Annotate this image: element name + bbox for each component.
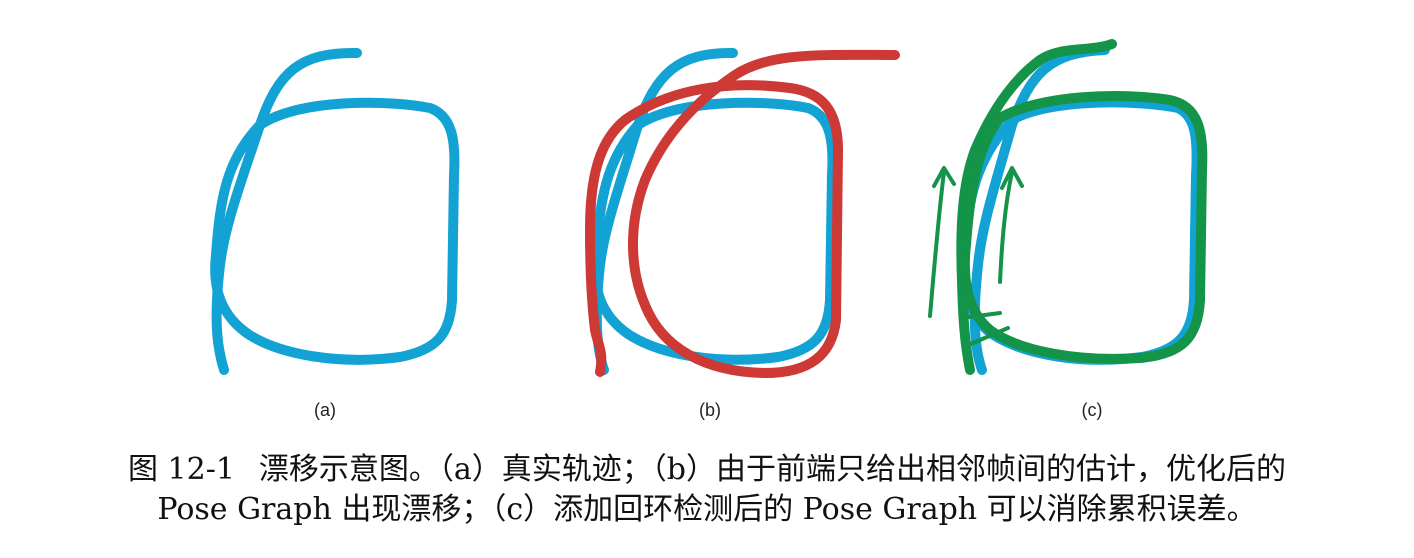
true-trajectory-loop-a	[210, 97, 460, 365]
figure-number: 图 12-1	[127, 452, 235, 487]
figure-caption-line-1: 图 12-1 漂移示意图。（a）真实轨迹；（b）由于前端只给出相邻帧间的估计，优化…	[0, 450, 1414, 490]
panel-b	[585, 47, 900, 378]
true-trajectory-loop-c	[958, 97, 1202, 365]
figure-caption-line-2: Pose Graph 出现漂移；（c）添加回环检测后的 Pose Graph 可…	[157, 492, 1257, 527]
panel-c	[928, 39, 1208, 375]
arrow-up-icon	[928, 170, 946, 318]
caption-text-1: 漂移示意图。（a）真实轨迹；（b）由于前端只给出相邻帧间的估计，优化后的	[258, 452, 1287, 487]
panel-a	[210, 47, 460, 375]
panel-label-b: (b)	[699, 400, 721, 420]
drift-diagram	[210, 39, 1208, 378]
panel-label-a: (a)	[314, 400, 336, 420]
panel-label-c: (c)	[1081, 400, 1103, 420]
